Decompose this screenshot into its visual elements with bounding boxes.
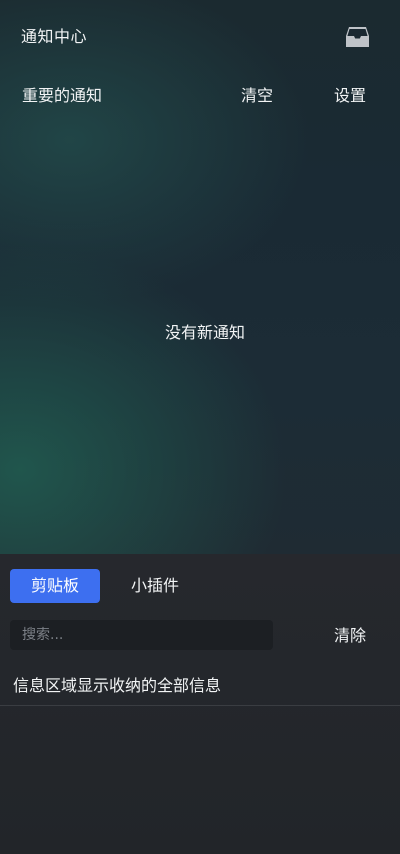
inbox-tray-icon[interactable] [345, 25, 370, 49]
notification-panel: 通知中心 重要的通知 清空 设置 没有新通知 [0, 0, 400, 554]
empty-state-message: 没有新通知 [164, 323, 245, 342]
header: 通知中心 [0, 0, 400, 76]
clear-button[interactable]: 清除 [334, 626, 366, 646]
list-item[interactable]: 信息区域显示收纳的全部信息 [0, 666, 400, 706]
important-notifications-label: 重要的通知 [22, 86, 103, 105]
tab-widgets[interactable]: 小插件 [110, 569, 200, 603]
info-area-text: 信息区域显示收纳的全部信息 [13, 676, 222, 695]
notification-toolbar: 重要的通知 清空 设置 [0, 76, 400, 116]
settings-button[interactable]: 设置 [334, 86, 366, 106]
tab-clipboard[interactable]: 剪贴板 [10, 569, 100, 603]
clipboard-panel: 剪贴板 小插件 清除 信息区域显示收纳的全部信息 [0, 554, 400, 854]
clear-all-button[interactable]: 清空 [241, 86, 273, 106]
search-input[interactable] [10, 620, 273, 650]
page-title: 通知中心 [21, 27, 88, 46]
notification-center: 通知中心 重要的通知 清空 设置 没有新通知 剪贴板 小插件 清除 信息区域显示… [0, 0, 400, 854]
